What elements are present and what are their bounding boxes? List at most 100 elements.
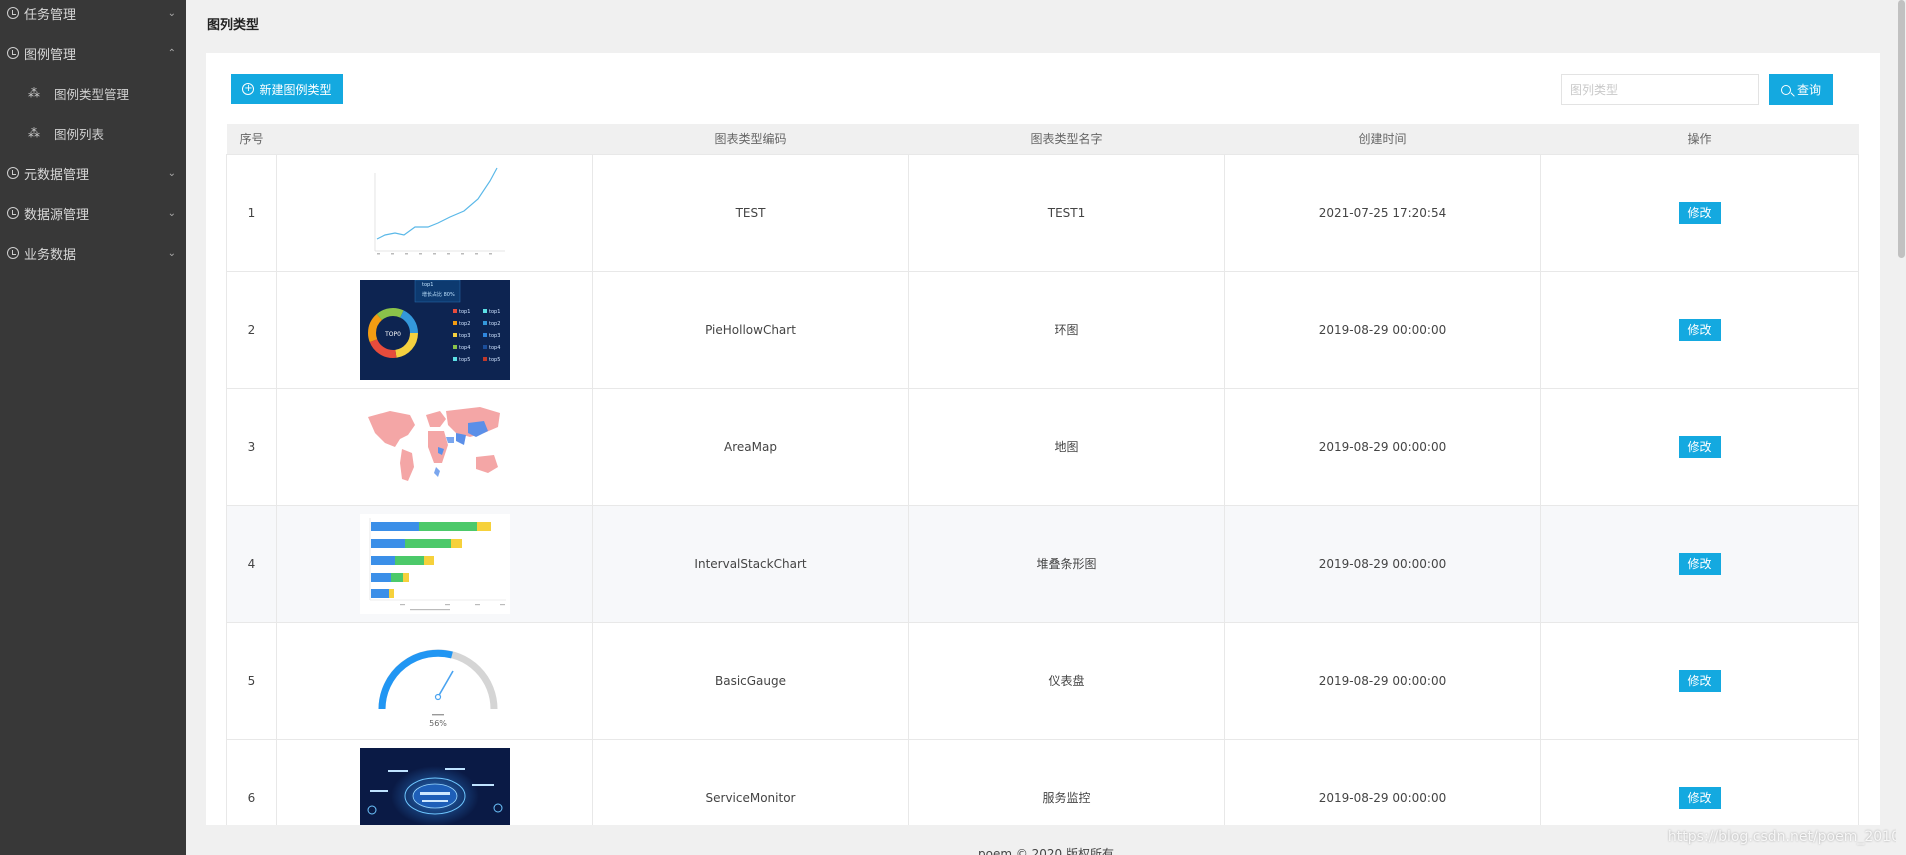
cell-name: 地图 xyxy=(908,387,1225,506)
cell-created: 2019-08-29 00:00:00 xyxy=(1224,270,1541,389)
cell-actions: 修改 xyxy=(1540,621,1859,740)
line-chart-thumbnail xyxy=(359,162,510,263)
legend-label: top4 xyxy=(459,345,470,351)
sidebar: 任务管理 ⌄ 图例管理 ⌃ ⁂ 图例类型管理 ⁂ 图例列表 元数据管理 ⌄ 数据… xyxy=(0,0,186,855)
cell-created: 2019-08-29 00:00:00 xyxy=(1224,387,1541,506)
menu-item-datasource-management[interactable]: 数据源管理 ⌄ xyxy=(0,193,186,233)
legend-label: top2 xyxy=(489,321,500,327)
stacked-bar-thumbnail xyxy=(359,513,510,614)
legend-label: top2 xyxy=(459,321,470,327)
legend-label: top3 xyxy=(459,333,470,339)
cell-name: 仪表盘 xyxy=(908,621,1225,740)
edit-button[interactable]: 修改 xyxy=(1678,669,1721,692)
edit-button[interactable]: 修改 xyxy=(1678,552,1721,575)
cell-code: IntervalStackChart xyxy=(592,504,909,623)
donut-chart-thumbnail: TOP0 top1 增长占比 80% top1 top2 top3 top4 t… xyxy=(359,279,510,380)
menu-label: 元数据管理 xyxy=(24,167,90,183)
cell-thumbnail xyxy=(276,153,593,272)
cell-index: 1 xyxy=(226,153,277,272)
chevron-down-icon: ⌄ xyxy=(167,207,176,219)
menu-item-task-management[interactable]: 任务管理 ⌄ xyxy=(0,0,186,33)
cell-created: 2019-08-29 00:00:00 xyxy=(1224,621,1541,740)
cell-code: AreaMap xyxy=(592,387,909,506)
cell-thumbnail: TOP0 top1 增长占比 80% top1 top2 top3 top4 t… xyxy=(276,270,593,389)
menu-label: 图例管理 xyxy=(24,47,77,63)
donut-center-label: TOP0 xyxy=(384,331,401,338)
sidebar-item-legend-type-management[interactable]: ⁂ 图例类型管理 xyxy=(0,73,186,113)
new-legend-type-label: 新建图例类型 xyxy=(259,82,332,97)
vertical-scrollbar[interactable] xyxy=(1896,0,1906,855)
new-legend-type-button[interactable]: + 新建图例类型 xyxy=(231,74,343,104)
sidebar-item-legend-list[interactable]: ⁂ 图例列表 xyxy=(0,113,186,153)
menu-label: 任务管理 xyxy=(24,7,77,23)
cell-index: 5 xyxy=(226,621,277,740)
cell-index: 2 xyxy=(226,270,277,389)
chevron-down-icon: ⌄ xyxy=(167,247,176,259)
edit-button[interactable]: 修改 xyxy=(1678,318,1721,341)
edit-button[interactable]: 修改 xyxy=(1678,435,1721,458)
legend-label: top5 xyxy=(489,357,500,363)
donut-tooltip-title: top1 xyxy=(422,282,433,288)
edit-button[interactable]: 修改 xyxy=(1678,786,1721,809)
plus-circle-icon: + xyxy=(242,83,255,95)
cell-actions: 修改 xyxy=(1540,270,1859,389)
page-footer: poem © 2020 版权所有 https://blog.csdn.net/p… xyxy=(186,825,1906,855)
table-row: 3 AreaMap 地图 2019-08-29 00:00:00 修改 xyxy=(226,387,1859,506)
cell-thumbnail: 56% xyxy=(276,621,593,740)
legend-type-table: 序号 图表类型编码 图表类型名字 创建时间 操作 1 TEST TEST1 20… xyxy=(226,124,1859,855)
cell-code: TEST xyxy=(592,153,909,272)
col-header-name: 图表类型名字 xyxy=(908,124,1225,154)
cell-index: 4 xyxy=(226,504,277,623)
gauge-value: 56% xyxy=(429,719,447,728)
table-row: 4 IntervalStackChart 堆叠条形图 2019-08-29 00… xyxy=(226,504,1859,623)
edit-button[interactable]: 修改 xyxy=(1678,201,1721,224)
col-header-code: 图表类型编码 xyxy=(592,124,909,154)
menu-label: 数据源管理 xyxy=(24,207,90,223)
copyright-text: poem © 2020 版权所有 xyxy=(977,847,1114,855)
table-row: 2 TOP0 top1 增长占比 80% top1 top2 top3 top4… xyxy=(226,270,1859,389)
cell-created: 2019-08-29 00:00:00 xyxy=(1224,504,1541,623)
clock-icon xyxy=(7,207,19,219)
cluster-icon: ⁂ xyxy=(28,126,40,140)
cell-index: 3 xyxy=(226,387,277,506)
cell-name: 堆叠条形图 xyxy=(908,504,1225,623)
cell-code: BasicGauge xyxy=(592,621,909,740)
search-input[interactable] xyxy=(1561,74,1759,105)
clock-icon xyxy=(7,47,19,59)
page-title: 图列类型 xyxy=(207,18,260,33)
search-button[interactable]: 查询 xyxy=(1769,74,1833,105)
menu-item-legend-management[interactable]: 图例管理 ⌃ xyxy=(0,33,186,73)
cluster-icon: ⁂ xyxy=(28,86,40,100)
menu-label: 业务数据 xyxy=(24,247,77,263)
table-row: 5 56% BasicGauge 仪表盘 2019-08-29 00:00:00… xyxy=(226,621,1859,740)
cell-actions: 修改 xyxy=(1540,153,1859,272)
legend-label: top5 xyxy=(459,357,470,363)
col-header-index: 序号 xyxy=(226,124,277,154)
chevron-up-icon: ⌃ xyxy=(167,47,176,59)
clock-icon xyxy=(7,247,19,259)
cell-name: TEST1 xyxy=(908,153,1225,272)
watermark: https://blog.csdn.net/poem_2010 xyxy=(1667,829,1900,845)
table-header-row: 序号 图表类型编码 图表类型名字 创建时间 操作 xyxy=(226,124,1859,154)
cell-actions: 修改 xyxy=(1540,387,1859,506)
legend-label: top1 xyxy=(489,309,500,315)
col-header-created: 创建时间 xyxy=(1224,124,1541,154)
scrollbar-thumb[interactable] xyxy=(1898,0,1905,258)
menu-item-business-data[interactable]: 业务数据 ⌄ xyxy=(0,233,186,273)
chevron-down-icon: ⌄ xyxy=(167,167,176,179)
gauge-thumbnail: 56% xyxy=(359,630,510,731)
donut-tooltip-value: 增长占比 80% xyxy=(422,291,455,298)
cell-name: 环图 xyxy=(908,270,1225,389)
search-icon xyxy=(1780,84,1791,95)
search-button-label: 查询 xyxy=(1796,83,1821,97)
clock-icon xyxy=(7,7,19,19)
cell-thumbnail xyxy=(276,387,593,506)
menu-item-metadata-management[interactable]: 元数据管理 ⌄ xyxy=(0,153,186,193)
world-map-thumbnail xyxy=(359,396,510,497)
sub-menu-label: 图例列表 xyxy=(54,126,105,142)
cell-actions: 修改 xyxy=(1540,504,1859,623)
clock-icon xyxy=(7,167,19,179)
legend-label: top1 xyxy=(459,309,470,315)
table-row: 1 TEST TEST1 2021-07-25 17:20:54 修改 xyxy=(226,153,1859,272)
col-header-thumbnail xyxy=(276,124,593,154)
